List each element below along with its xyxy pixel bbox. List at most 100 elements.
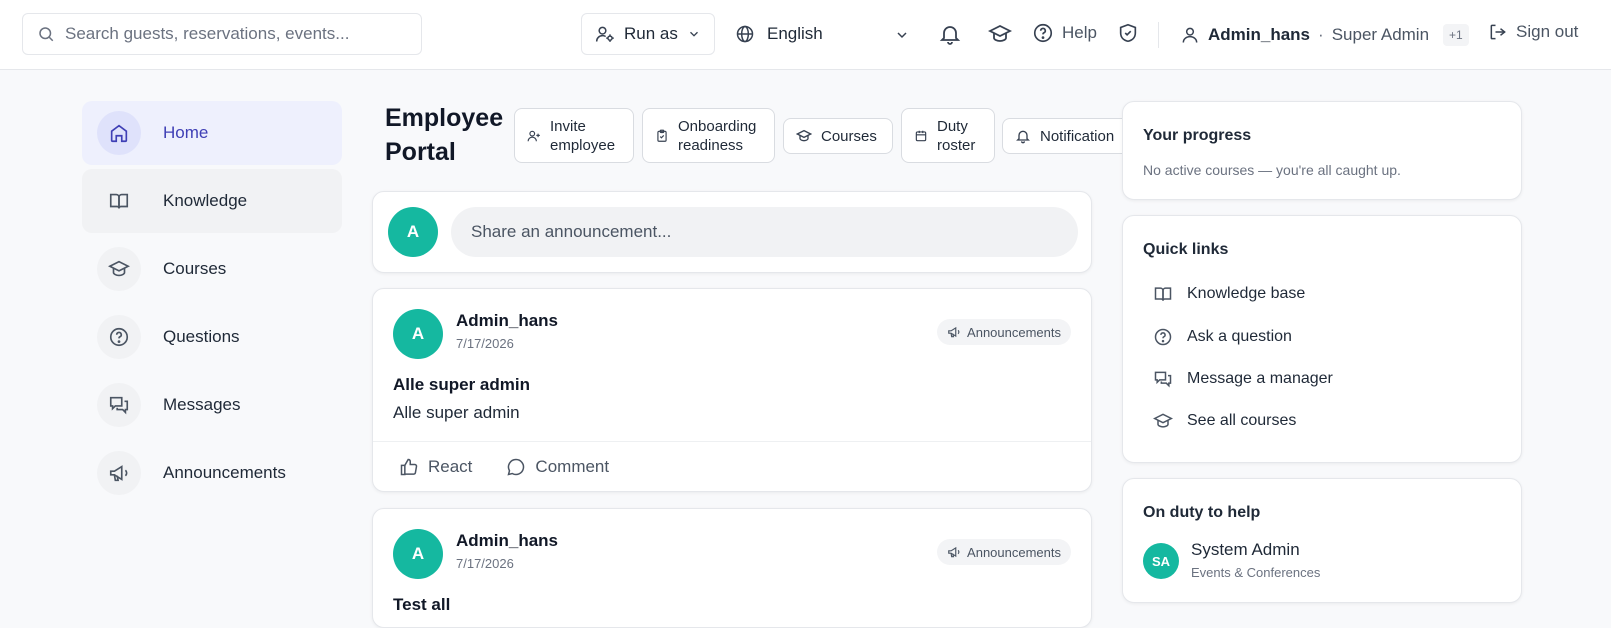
user-cog-icon	[595, 24, 615, 44]
user-menu[interactable]: Admin_hans · Super Admin +1	[1180, 20, 1469, 50]
post-author: Admin_hans	[456, 531, 559, 550]
sidebar-item-label: Messages	[163, 395, 241, 414]
tag-label: Announcements	[967, 544, 1061, 560]
pill-label-line: roster	[937, 136, 976, 154]
sidebar-item-questions[interactable]: Questions	[82, 305, 342, 369]
on-duty-card: On duty to help SA System Admin Events &…	[1122, 478, 1522, 603]
duty-roster-button[interactable]: Duty roster	[901, 108, 995, 163]
post-title: Alle super admin	[393, 375, 530, 394]
pill-label: Duty roster	[937, 117, 975, 155]
quick-link-label: Message a manager	[1187, 370, 1333, 387]
messages-icon	[97, 383, 141, 427]
sidebar-item-label: Courses	[163, 259, 227, 278]
progress-card: Your progress No active courses — you're…	[1122, 101, 1522, 200]
search-input[interactable]	[65, 24, 405, 44]
user-icon	[1180, 25, 1200, 45]
user-plus-icon	[527, 129, 541, 143]
page-title: Employee Portal	[385, 101, 503, 169]
courses-button[interactable]: Courses	[783, 118, 893, 154]
question-circle-icon	[1153, 327, 1173, 347]
run-as-label: Run as	[624, 24, 678, 43]
sidebar-item-home[interactable]: Home	[82, 101, 342, 165]
search-box[interactable]	[22, 13, 422, 55]
post-body: Alle super admin	[393, 403, 520, 422]
category-tag: Announcements	[937, 539, 1071, 565]
page-title-line: Employee	[385, 104, 504, 132]
megaphone-icon	[947, 325, 961, 339]
quick-link-message-manager[interactable]: Message a manager	[1153, 369, 1333, 389]
sign-out-icon	[1488, 22, 1508, 42]
language-value: English	[767, 24, 823, 43]
search-icon	[37, 25, 55, 43]
post-author: Admin_hans	[456, 311, 559, 330]
top-bar: Run as English Help Admin_hans · Su	[0, 0, 1611, 70]
notification-button[interactable]: Notification	[1002, 118, 1130, 154]
shield-icon[interactable]	[1117, 22, 1139, 44]
megaphone-icon	[97, 451, 141, 495]
chevron-down-icon	[894, 27, 910, 43]
on-duty-department: Events & Conferences	[1191, 565, 1321, 580]
sidebar-item-knowledge[interactable]: Knowledge	[82, 169, 342, 233]
page-title-line: Portal	[385, 138, 456, 166]
on-duty-name[interactable]: System Admin	[1191, 540, 1300, 560]
pill-label: Onboarding readiness	[678, 117, 756, 155]
quick-links-card: Quick links Knowledge base Ask a questio…	[1122, 215, 1522, 463]
bell-icon	[1015, 128, 1031, 144]
react-button[interactable]: React	[399, 457, 472, 477]
react-label: React	[428, 456, 473, 476]
card-title: Quick links	[1143, 241, 1229, 258]
graduation-cap-icon[interactable]	[988, 22, 1012, 46]
post-date: 7/17/2026	[456, 336, 514, 351]
help-button[interactable]: Help	[1032, 22, 1097, 44]
avatar: A	[393, 309, 443, 359]
megaphone-icon	[947, 545, 961, 559]
bell-icon[interactable]	[938, 22, 962, 46]
separator: ·	[1318, 25, 1324, 44]
announcement-composer: A Share an announcement...	[372, 191, 1092, 273]
divider	[1158, 22, 1159, 48]
sidebar-item-messages[interactable]: Messages	[82, 373, 342, 437]
thumbs-up-icon	[399, 457, 419, 477]
quick-link-knowledge-base[interactable]: Knowledge base	[1153, 284, 1305, 304]
quick-link-see-all-courses[interactable]: See all courses	[1153, 411, 1296, 431]
sidebar-item-label: Questions	[163, 327, 240, 346]
post-card: A Admin_hans 7/17/2026 Announcements All…	[372, 288, 1092, 492]
pill-label-line: readiness	[678, 136, 744, 154]
sidebar-item-label: Home	[163, 123, 209, 142]
post-card: A Admin_hans 7/17/2026 Announcements Tes…	[372, 508, 1092, 628]
pill-label: Invite employee	[550, 117, 615, 155]
calendar-icon	[914, 129, 928, 143]
run-as-button[interactable]: Run as	[581, 13, 715, 55]
post-title: Test all	[393, 595, 451, 614]
quick-link-ask-question[interactable]: Ask a question	[1153, 327, 1292, 347]
avatar: A	[393, 529, 443, 579]
user-role: Super Admin	[1331, 25, 1430, 44]
announcement-input[interactable]: Share an announcement...	[451, 207, 1078, 257]
invite-employee-button[interactable]: Invite employee	[514, 108, 634, 163]
comment-label: Comment	[535, 456, 610, 476]
graduation-cap-icon	[1153, 411, 1173, 431]
pill-label: Notification	[1040, 127, 1115, 145]
sidebar-item-courses[interactable]: Courses	[82, 237, 342, 301]
comment-icon	[506, 457, 526, 477]
sign-out-button[interactable]: Sign out	[1488, 22, 1578, 42]
globe-icon	[735, 24, 755, 44]
user-name: Admin_hans	[1208, 25, 1311, 44]
avatar: A	[388, 207, 438, 257]
language-select[interactable]: English	[735, 13, 910, 55]
tag-label: Announcements	[967, 324, 1061, 340]
question-circle-icon	[97, 315, 141, 359]
chevron-down-icon	[687, 27, 701, 41]
card-title: On duty to help	[1143, 504, 1261, 521]
sidebar-item-label: Knowledge	[163, 191, 248, 210]
onboarding-readiness-button[interactable]: Onboarding readiness	[642, 108, 775, 163]
comment-button[interactable]: Comment	[506, 457, 609, 477]
sidebar-item-label: Announcements	[163, 463, 286, 482]
avatar: SA	[1143, 543, 1179, 579]
pill-label: Courses	[821, 127, 877, 145]
question-circle-icon	[1032, 22, 1054, 44]
messages-icon	[1153, 369, 1173, 389]
pill-label-line: Duty	[937, 117, 968, 135]
pill-label-line: employee	[550, 136, 616, 154]
sidebar-item-announcements[interactable]: Announcements	[82, 441, 342, 505]
